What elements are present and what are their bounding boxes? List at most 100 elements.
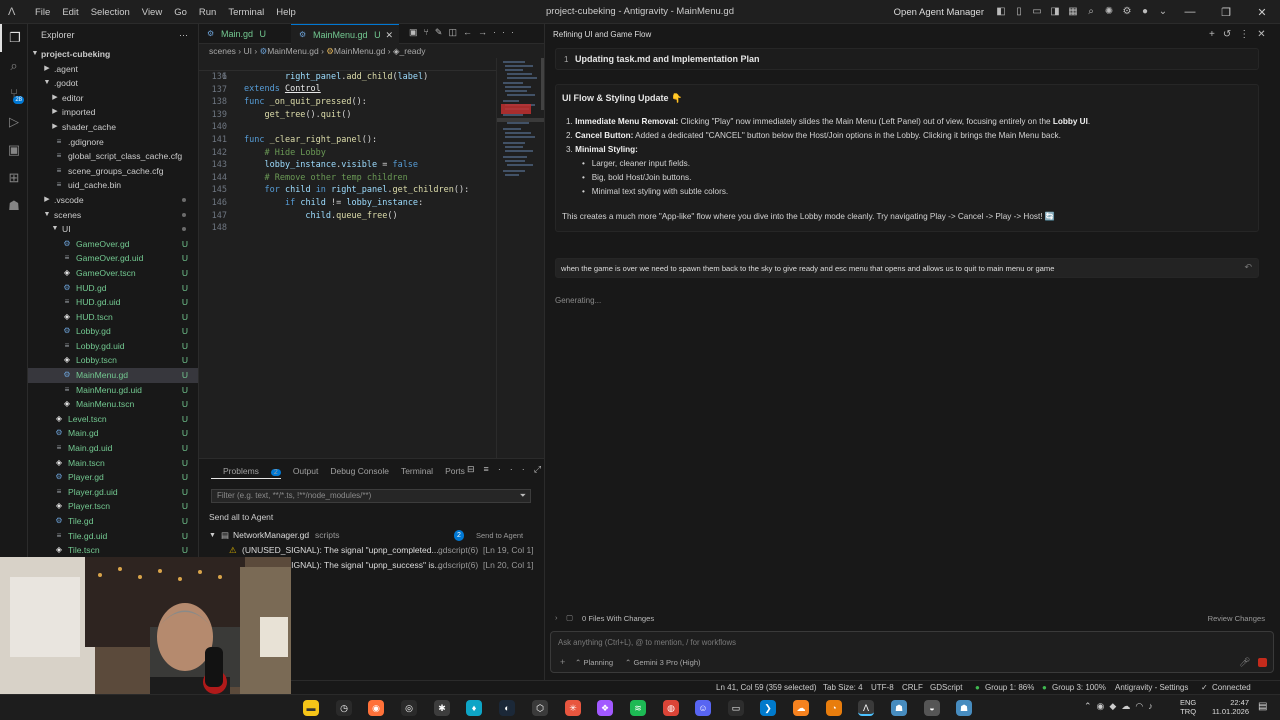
tree-file[interactable]: ◈ Level.tscn U xyxy=(28,412,198,427)
unity-icon[interactable]: ⬡ xyxy=(532,700,548,716)
split-editor-icon[interactable]: ◫ xyxy=(448,27,463,37)
add-context-icon[interactable]: + xyxy=(560,657,565,667)
account-avatar-icon[interactable]: ● xyxy=(1138,5,1152,19)
tree-file[interactable]: ⚙ MainMenu.gd U xyxy=(28,368,198,383)
restore-icon[interactable]: ❐ xyxy=(1208,6,1244,19)
close-agent-icon[interactable]: ✕ xyxy=(1257,29,1273,40)
group3-usage[interactable]: Group 3: 100% xyxy=(1052,681,1106,694)
filter-icon[interactable]: ⏷ xyxy=(520,490,526,502)
tree-file[interactable]: ⚙ Main.gd U xyxy=(28,426,198,441)
tree-root[interactable]: ▼ project-cubeking xyxy=(28,47,198,62)
view-as-list-icon[interactable]: ≡ xyxy=(484,464,498,474)
app-icon[interactable]: ♦ xyxy=(466,700,482,716)
code-editor[interactable]: 1 extends Control 136 right_panel.add_ch… xyxy=(199,58,496,458)
menu-run[interactable]: Run xyxy=(193,7,222,18)
more-actions-icon[interactable]: ··· xyxy=(179,24,188,46)
source-control-icon[interactable]: ⑂ 28 xyxy=(0,80,28,108)
run-debug-icon[interactable]: ▷ xyxy=(0,108,28,136)
settings-status[interactable]: Antigravity - Settings xyxy=(1115,681,1188,694)
agent-chat-input[interactable]: Ask anything (Ctrl+L), @ to mention, / f… xyxy=(550,631,1274,673)
tree-file[interactable]: ◈ HUD.tscn U xyxy=(28,310,198,325)
undo-icon[interactable]: ↶ xyxy=(1244,262,1252,273)
tree-folder[interactable]: ▶ editor xyxy=(28,91,198,106)
cursor-position[interactable]: Ln 41, Col 59 (359 selected) xyxy=(716,681,817,694)
menu-go[interactable]: Go xyxy=(168,7,193,18)
problems-filter-input[interactable]: Filter (e.g. text, **/*.ts, !**/node_mod… xyxy=(211,489,531,503)
breadcrumb-item[interactable]: UI xyxy=(244,46,253,56)
microphone-icon[interactable]: 🎤︎ xyxy=(1239,657,1250,668)
steam-icon[interactable]: ◐ xyxy=(499,700,515,716)
tree-file[interactable]: ≡ Player.gd.uid U xyxy=(28,485,198,500)
breadcrumb-item[interactable]: MainMenu.gd xyxy=(334,46,386,56)
collapse-all-icon[interactable]: ⊟ xyxy=(467,464,484,474)
more-actions-icon[interactable]: ⋮ xyxy=(1239,29,1257,40)
preview-icon[interactable]: ▣ xyxy=(409,27,424,37)
tab-debug-console[interactable]: Debug Console xyxy=(330,463,389,479)
chrome-icon[interactable]: ◍ xyxy=(663,700,679,716)
breadcrumb-item[interactable]: MainMenu.gd xyxy=(267,46,319,56)
onedrive-icon[interactable]: ☁ xyxy=(1121,701,1135,711)
figma-icon[interactable]: ❖ xyxy=(597,700,613,716)
layout-sidebar-left-icon[interactable]: ◧ xyxy=(994,5,1008,19)
terminal-icon[interactable]: ▭ xyxy=(728,700,744,716)
tree-folder[interactable]: ▶ .vscode xyxy=(28,193,198,208)
tree-folder[interactable]: ▼ UI xyxy=(28,222,198,237)
explorer-icon[interactable]: ❐ xyxy=(0,24,28,52)
tree-file[interactable]: ⚙ Lobby.gd U xyxy=(28,324,198,339)
chevron-right-icon[interactable]: › xyxy=(555,613,558,622)
tree-file[interactable]: ⚙ Player.gd U xyxy=(28,470,198,485)
send-to-agent-button[interactable]: Send to Agent xyxy=(476,529,523,542)
search-icon[interactable]: ⌕ xyxy=(1084,5,1098,19)
tree-file[interactable]: ⚙ GameOver.gd U xyxy=(28,237,198,252)
close-window-icon[interactable]: ✕ xyxy=(1244,6,1280,19)
blender-icon[interactable]: ◔ xyxy=(826,700,842,716)
tab-terminal[interactable]: Terminal xyxy=(401,463,433,479)
tab-output[interactable]: Output xyxy=(293,463,319,479)
pin-icon[interactable]: ✎ xyxy=(435,27,449,37)
tree-file[interactable]: ◈ Lobby.tscn U xyxy=(28,353,198,368)
chevron-down-icon[interactable]: ⌄ xyxy=(1156,5,1170,19)
tree-file[interactable]: ≡ Main.gd.uid U xyxy=(28,441,198,456)
obs-icon[interactable]: ◎ xyxy=(401,700,417,716)
tree-folder[interactable]: ▼ .godot xyxy=(28,76,198,91)
history-icon[interactable]: ↺ xyxy=(1223,29,1239,40)
tree-file[interactable]: ≡ GameOver.gd.uid U xyxy=(28,251,198,266)
notifications-icon[interactable]: ▤ xyxy=(1258,701,1267,712)
tree-file[interactable]: ⚙ Tile.gd U xyxy=(28,514,198,529)
remote-explorer-icon[interactable]: ▣ xyxy=(0,136,28,164)
tree-folder[interactable]: ▶ shader_cache xyxy=(28,120,198,135)
settings-gear-icon[interactable]: ⚙ xyxy=(1120,5,1134,19)
layout-sidebar-icon[interactable]: ▯ xyxy=(1012,5,1026,19)
connection-status[interactable]: Connected xyxy=(1212,681,1251,694)
new-chat-icon[interactable]: + xyxy=(1209,29,1223,40)
discord-icon[interactable]: ☺ xyxy=(695,700,711,716)
more-actions-icon[interactable]: ··· xyxy=(498,464,534,474)
antigravity-icon[interactable]: Λ xyxy=(858,700,874,716)
problem-row[interactable]: ⚠ (UNUSED_SIGNAL): The signal "upnp_compl… xyxy=(205,544,539,557)
breadcrumb-item[interactable]: _ready xyxy=(400,46,426,56)
review-changes-button[interactable]: Review Changes xyxy=(1208,614,1265,623)
tree-file[interactable]: ≡ Tile.gd.uid U xyxy=(28,529,198,544)
tree-file[interactable]: ≡ Lobby.gd.uid U xyxy=(28,339,198,354)
customize-layout-icon[interactable]: ▦ xyxy=(1066,5,1080,19)
app-icon[interactable]: ✳ xyxy=(565,700,581,716)
send-all-to-agent-button[interactable]: Send all to Agent xyxy=(209,512,273,522)
firefox-icon[interactable]: ◉ xyxy=(368,700,384,716)
layout-sidebar-right-icon[interactable]: ◨ xyxy=(1048,5,1062,19)
extensions-icon[interactable]: ✺ xyxy=(1102,5,1116,19)
tab-main-gd[interactable]: ⚙ Main.gd U xyxy=(199,24,291,44)
group1-usage[interactable]: Group 1: 86% xyxy=(985,681,1034,694)
tree-file[interactable]: ≡ uid_cache.bin xyxy=(28,178,198,193)
keyboard-language[interactable]: ENG TRQ xyxy=(1180,698,1196,716)
tree-file[interactable]: ◈ MainMenu.tscn U xyxy=(28,397,198,412)
cloud-app-icon[interactable]: ☁ xyxy=(793,700,809,716)
layout-panel-icon[interactable]: ▭ xyxy=(1030,5,1044,19)
tree-file[interactable]: ◈ Main.tscn U xyxy=(28,456,198,471)
slack-icon[interactable]: ✱ xyxy=(434,700,450,716)
tab-size[interactable]: Tab Size: 4 xyxy=(823,681,863,694)
tree-file[interactable]: ≡ scene_groups_cache.cfg xyxy=(28,164,198,179)
tree-file[interactable]: ◈ GameOver.tscn U xyxy=(28,266,198,281)
go-back-icon[interactable]: ← xyxy=(463,27,478,37)
tree-folder[interactable]: ▼ scenes xyxy=(28,208,198,223)
wifi-icon[interactable]: ◠ xyxy=(1135,701,1148,711)
